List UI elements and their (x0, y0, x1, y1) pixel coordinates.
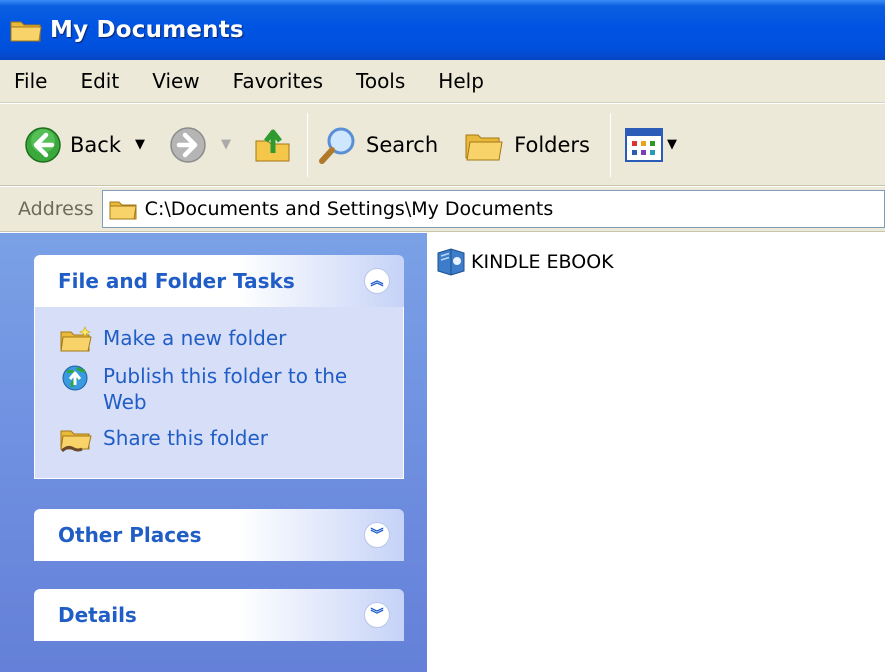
task-label: Share this folder (103, 426, 268, 450)
task-pane: File and Folder Tasks ︽ Make a new folde… (0, 233, 427, 672)
back-label: Back (70, 132, 121, 157)
menu-edit[interactable]: Edit (80, 69, 119, 93)
search-label: Search (365, 132, 439, 157)
window-title: My Documents (50, 17, 244, 43)
up-folder-button[interactable] (253, 115, 293, 175)
details-panel: Details ︾ (34, 589, 404, 641)
views-button[interactable]: ▼ (624, 115, 677, 175)
back-arrow-icon (25, 126, 61, 163)
up-folder-icon (255, 129, 290, 161)
toolbar-separator (306, 112, 308, 177)
menu-view[interactable]: View (152, 69, 199, 93)
panel-title: Details (58, 603, 137, 627)
views-icon (624, 127, 663, 162)
panel-title: File and Folder Tasks (58, 269, 295, 293)
menu-bar: File Edit View Favorites Tools Help (0, 60, 885, 103)
ebook-icon (437, 248, 465, 276)
address-bar: Address C:\Documents and Settings\My Doc… (0, 187, 885, 232)
file-folder-tasks-body: Make a new folder Publish this folder to… (34, 307, 404, 479)
folders-label: Folders (514, 132, 590, 157)
address-input[interactable]: C:\Documents and Settings\My Documents (101, 190, 885, 228)
address-path: C:\Documents and Settings\My Documents (144, 198, 554, 220)
expand-chevron-icon[interactable]: ︾ (364, 602, 390, 628)
back-button[interactable]: Back (24, 115, 121, 175)
other-places-header[interactable]: Other Places ︾ (34, 509, 404, 561)
new-folder-icon (60, 326, 92, 352)
address-label: Address (18, 198, 94, 220)
expand-chevron-icon[interactable]: ︾ (364, 522, 390, 548)
task-publish-to-web[interactable]: Publish this folder to the Web (59, 363, 393, 415)
toolbar: Back ▼ ▼ Search Folders ▼ (0, 104, 885, 186)
file-folder-tasks-panel: File and Folder Tasks ︽ Make a new folde… (34, 255, 404, 479)
menu-tools[interactable]: Tools (356, 69, 405, 93)
folder-icon (10, 21, 42, 42)
toolbar-separator (609, 112, 611, 177)
collapse-chevron-icon[interactable]: ︽ (364, 268, 390, 294)
task-label: Make a new folder (103, 326, 287, 350)
task-label: Publish this folder to the Web (103, 364, 348, 414)
panel-title: Other Places (58, 523, 202, 547)
folder-icon (109, 201, 137, 220)
menu-help[interactable]: Help (438, 69, 484, 93)
title-bar[interactable]: My Documents (0, 0, 885, 60)
views-dropdown-icon[interactable]: ▼ (667, 137, 677, 152)
menu-file[interactable]: File (14, 69, 47, 93)
forward-dropdown-icon[interactable]: ▼ (221, 137, 231, 152)
publish-web-icon (62, 365, 88, 391)
search-button[interactable]: Search (318, 115, 438, 175)
task-share-folder[interactable]: Share this folder (59, 425, 393, 453)
menu-favorites[interactable]: Favorites (233, 69, 323, 93)
file-list[interactable]: KINDLE EBOOK (427, 233, 885, 672)
back-dropdown-icon[interactable]: ▼ (135, 137, 145, 152)
details-header[interactable]: Details ︾ (34, 589, 404, 641)
forward-button[interactable] (169, 115, 207, 175)
folders-button[interactable]: Folders (462, 115, 590, 175)
other-places-panel: Other Places ︾ (34, 509, 404, 561)
forward-arrow-icon (170, 126, 206, 163)
file-name: KINDLE EBOOK (471, 251, 614, 273)
task-make-new-folder[interactable]: Make a new folder (59, 325, 393, 353)
share-folder-icon (60, 430, 92, 453)
search-icon (318, 127, 355, 164)
file-folder-tasks-header[interactable]: File and Folder Tasks ︽ (34, 255, 404, 307)
file-item-kindle-ebook[interactable]: KINDLE EBOOK (435, 247, 614, 277)
folders-icon (465, 134, 503, 160)
